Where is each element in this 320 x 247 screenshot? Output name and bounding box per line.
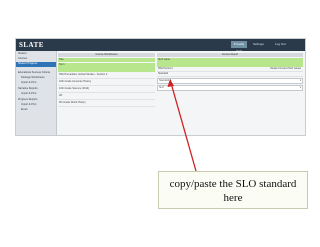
arrow-head-icon [167,79,174,87]
callout-arrow [167,79,197,172]
arrow-line [170,82,197,172]
callout-box: copy/paste the SLO standard here [158,171,308,209]
